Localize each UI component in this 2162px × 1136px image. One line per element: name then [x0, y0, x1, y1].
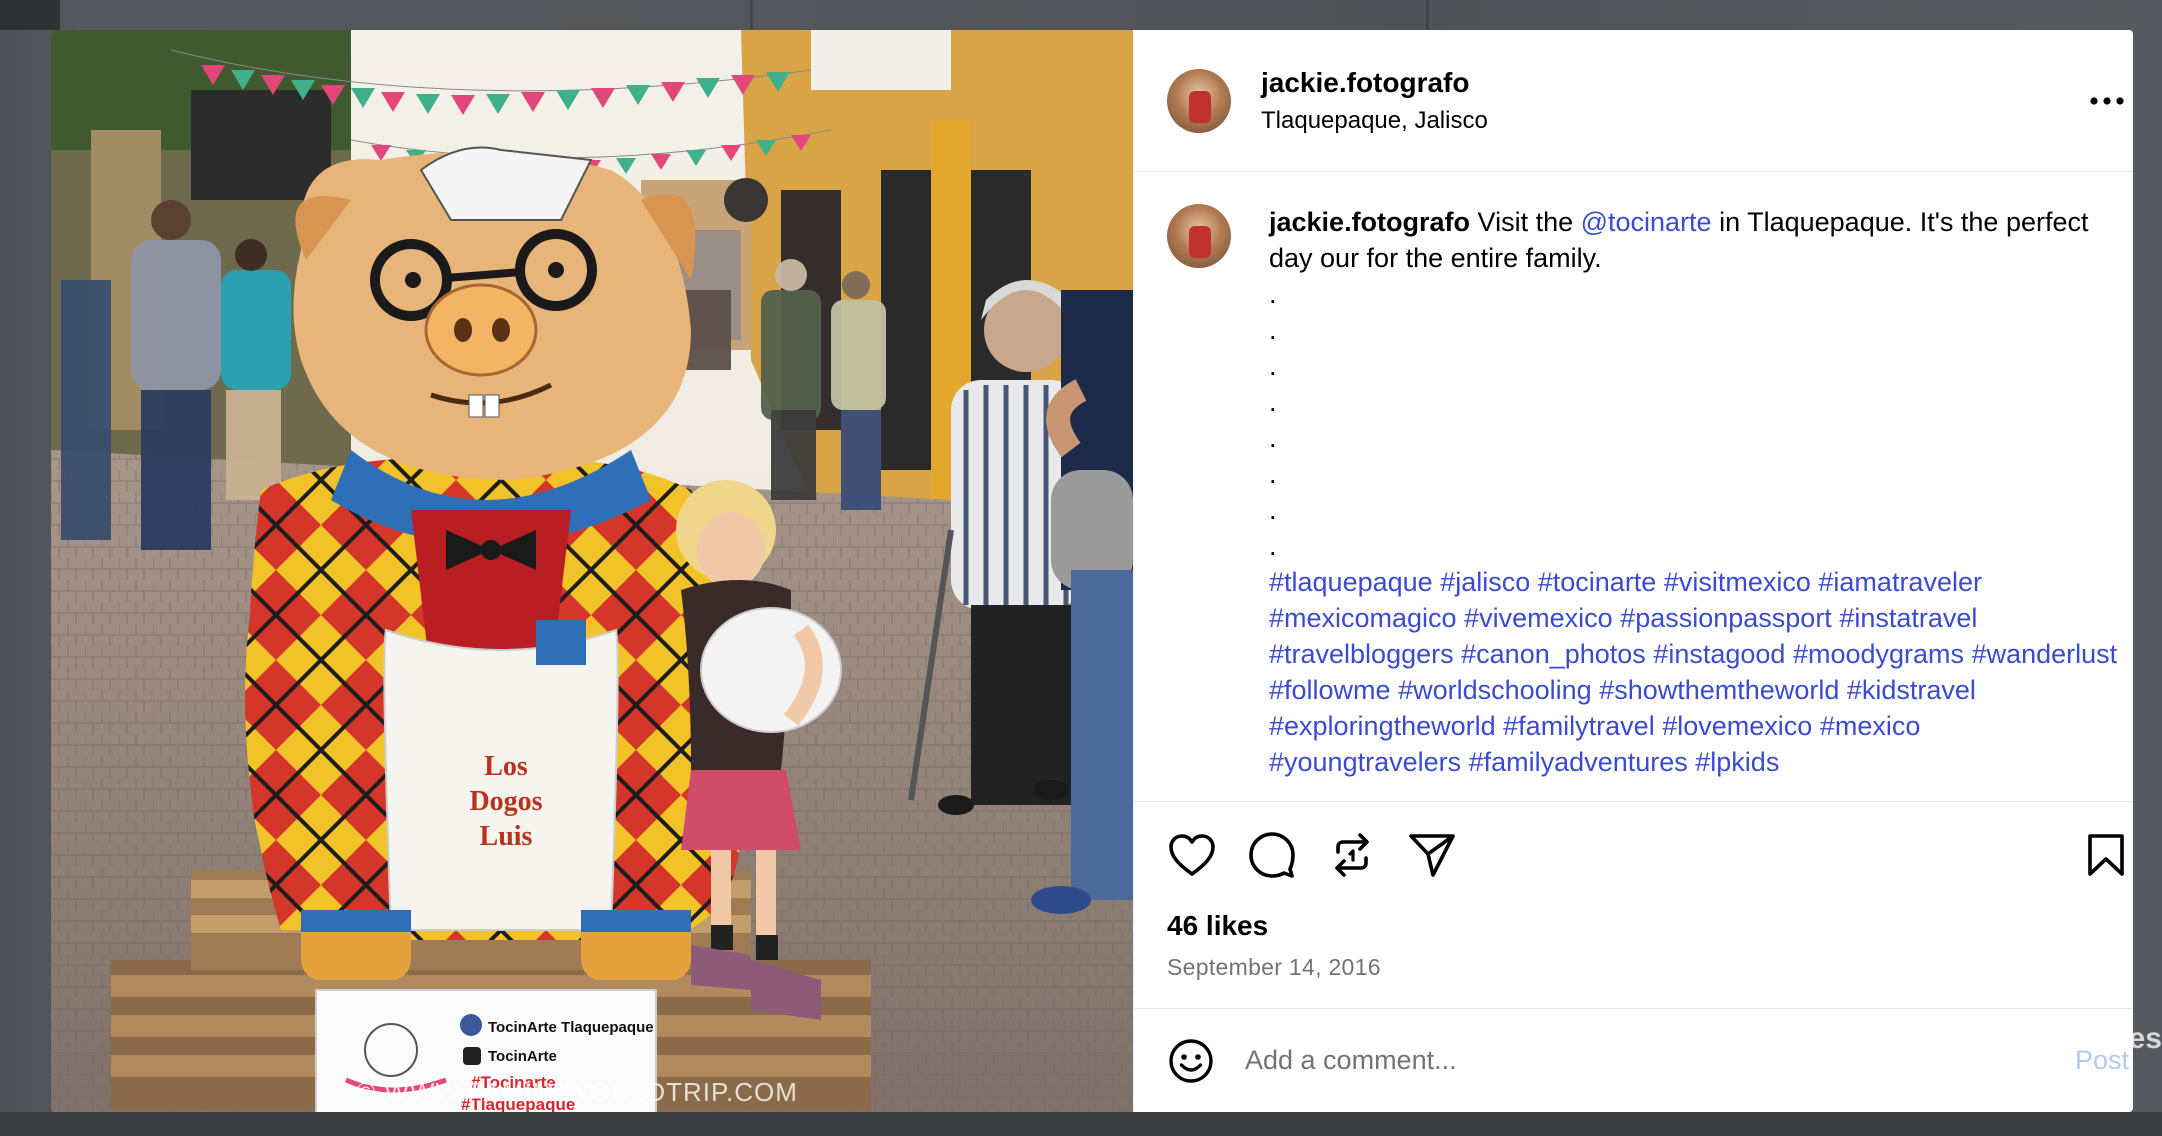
more-options-button[interactable]: [2087, 81, 2127, 121]
post-modal: Los Dogos Luis TocinArte Tlaquepaque Toc…: [51, 30, 2133, 1112]
comments-section[interactable]: jackie.fotografo Visit the @tocinarte in…: [1134, 172, 2133, 802]
repost-button[interactable]: [1327, 830, 1377, 880]
comment-input[interactable]: [1245, 1045, 2075, 1076]
hashtag-link[interactable]: #lovemexico: [1662, 711, 1812, 741]
hashtag-link[interactable]: #travelbloggers: [1269, 639, 1454, 669]
caption-dots: ........: [1269, 276, 2119, 564]
more-horizontal-icon: [2090, 96, 2124, 105]
caption-text-before: Visit the: [1470, 207, 1581, 237]
hashtag-link[interactable]: #exploringtheworld: [1269, 711, 1496, 741]
caption-dot: .: [1269, 387, 1277, 417]
caption-username[interactable]: jackie.fotografo: [1269, 207, 1470, 237]
hashtag-link[interactable]: #familytravel: [1503, 711, 1655, 741]
hashtag-link[interactable]: #iamatraveler: [1818, 567, 1982, 597]
caption-dot: .: [1269, 495, 1277, 525]
hashtag-link[interactable]: #mexicomagico: [1269, 603, 1457, 633]
author-avatar[interactable]: [1167, 68, 1231, 133]
hashtag-link[interactable]: #passionpassport: [1620, 603, 1832, 633]
caption-dot: .: [1269, 351, 1277, 381]
hashtag-link[interactable]: #familyadventures: [1469, 747, 1688, 777]
post-comment-button[interactable]: Post: [2075, 1045, 2129, 1076]
hashtag-link[interactable]: #canon_photos: [1461, 639, 1646, 669]
caption-dot: .: [1269, 315, 1277, 345]
apron-text-1: Los: [484, 751, 528, 782]
hashtag-link[interactable]: #instatravel: [1839, 603, 1977, 633]
post-details-panel: jackie.fotografo Tlaquepaque, Jalisco ja…: [1133, 30, 2133, 1112]
hashtag-link[interactable]: #visitmexico: [1664, 567, 1811, 597]
caption-dot: .: [1269, 279, 1277, 309]
photo-watermark: © WWW.FAMILYWORLDTRIP.COM: [356, 1077, 798, 1107]
hashtag-link[interactable]: #wanderlust: [1972, 639, 2118, 669]
comment-icon: [1249, 832, 1295, 878]
caption-dot: .: [1269, 459, 1277, 489]
likes-count[interactable]: 46 likes: [1134, 908, 2133, 944]
like-button[interactable]: [1167, 830, 1217, 880]
apron-text-2: Dogos: [469, 786, 542, 817]
hashtag-link[interactable]: #showthemtheworld: [1599, 675, 1839, 705]
hashtag-link[interactable]: #jalisco: [1440, 567, 1530, 597]
author-username[interactable]: jackie.fotografo: [1261, 67, 1488, 99]
caption-hashtags: #tlaquepaque #jalisco #tocinarte #visitm…: [1269, 564, 2119, 780]
heart-icon: [1169, 834, 1215, 876]
caption-mention-link[interactable]: @tocinarte: [1581, 207, 1712, 237]
hashtag-link[interactable]: #lpkids: [1695, 747, 1779, 777]
share-button[interactable]: [1407, 830, 1457, 880]
sign-text-2: TocinArte: [488, 1048, 557, 1065]
post-photo[interactable]: Los Dogos Luis TocinArte Tlaquepaque Toc…: [51, 30, 1133, 1112]
save-button[interactable]: [2081, 830, 2131, 880]
emoji-button[interactable]: [1167, 1037, 1215, 1085]
comment-composer: Post: [1134, 1008, 2133, 1112]
bookmark-icon: [2088, 834, 2124, 876]
hashtag-link[interactable]: #followme: [1269, 675, 1391, 705]
hashtag-link[interactable]: #kidstravel: [1847, 675, 1976, 705]
post-date[interactable]: September 14, 2016: [1134, 950, 2133, 984]
apron-text-3: Luis: [480, 821, 533, 852]
caption-dot: .: [1269, 423, 1277, 453]
hashtag-link[interactable]: #instagood: [1653, 639, 1785, 669]
post-header: jackie.fotografo Tlaquepaque, Jalisco: [1134, 30, 2133, 172]
emoji-icon: [1169, 1038, 1213, 1083]
send-icon: [1409, 834, 1455, 877]
comment-button[interactable]: [1247, 830, 1297, 880]
background-peek-text: es: [2128, 1022, 2162, 1055]
hashtag-link[interactable]: #youngtravelers: [1269, 747, 1461, 777]
repost-icon: [1335, 833, 1369, 877]
hashtag-link[interactable]: #vivemexico: [1464, 603, 1613, 633]
hashtag-link[interactable]: #moodygrams: [1793, 639, 1964, 669]
sign-text-1: TocinArte Tlaquepaque: [488, 1019, 654, 1036]
post-caption: jackie.fotografo Visit the @tocinarte in…: [1269, 204, 2119, 801]
post-location[interactable]: Tlaquepaque, Jalisco: [1261, 107, 1488, 135]
post-actions-bar: [1134, 802, 2133, 908]
hashtag-link[interactable]: #tlaquepaque: [1269, 567, 1433, 597]
hashtag-link[interactable]: #tocinarte: [1538, 567, 1657, 597]
caption-dot: .: [1269, 531, 1277, 561]
caption-author-avatar[interactable]: [1167, 204, 1231, 268]
hashtag-link[interactable]: #mexico: [1820, 711, 1921, 741]
hashtag-link[interactable]: #worldschooling: [1398, 675, 1592, 705]
